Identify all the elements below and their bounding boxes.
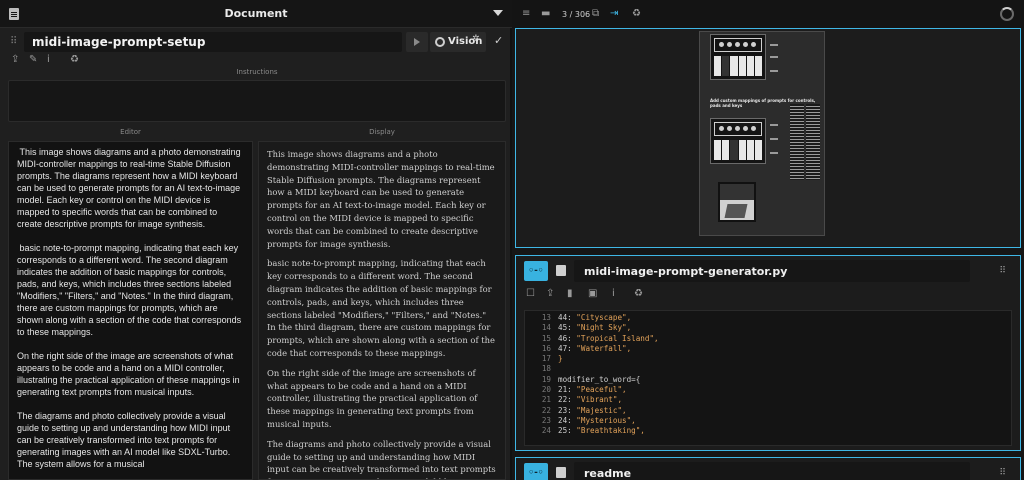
recycle-icon[interactable]: ♻ <box>632 8 641 19</box>
mapping-table <box>790 104 804 180</box>
vision-icon <box>435 37 445 47</box>
code-card-toolbar: ☐ ⇪ ▮ ▣ ⅰ ♻ <box>516 286 1020 306</box>
readme-filename[interactable]: readme <box>574 462 970 480</box>
display-paragraph: basic note-to-prompt mapping, indicating… <box>267 258 495 358</box>
fit-width-icon[interactable]: ⇥ <box>610 8 618 19</box>
code-line: 16 47: "Waterfall", <box>541 343 632 353</box>
node-name-bar: ⠿ midi-image-prompt-setup Vision ✲ ✓ <box>0 28 512 54</box>
code-editor[interactable]: 13 44: "Cityscape", 14 45: "Night Sky", 15… <box>524 310 1012 446</box>
settings-icon[interactable]: ✲ <box>472 34 480 44</box>
recycle-icon[interactable]: ♻ <box>634 288 643 299</box>
upload-icon[interactable]: ⇪ <box>546 288 554 299</box>
copy-icon[interactable]: ⧉ <box>592 8 599 19</box>
drag-handle-icon[interactable]: ⠿ <box>10 36 17 47</box>
code-line: 19 modifier_to_word={ <box>541 374 641 384</box>
canvas-panel: ≡ ▬ 3 / 306 ⧉ ⇥ ♻ Add custom mappings of… <box>512 0 1024 480</box>
document-icon <box>556 467 566 478</box>
display-paragraph: The diagrams and photo collectively prov… <box>267 438 496 479</box>
code-card-header: ◦-◦ midi-image-prompt-generator.py ⠿ <box>516 256 1020 286</box>
instructions-input[interactable] <box>8 80 506 122</box>
page-counter: 3 / 306 <box>562 10 591 19</box>
code-filename[interactable]: midi-image-prompt-generator.py <box>574 260 970 282</box>
canvas-toolbar: ≡ ▬ 3 / 306 ⧉ ⇥ ♻ <box>512 0 1024 28</box>
info-icon[interactable]: ⅰ <box>47 54 50 65</box>
code-line: 22 23: "Majestic", <box>541 405 627 415</box>
play-button[interactable] <box>406 32 428 52</box>
instructions-label: Instructions <box>236 68 278 76</box>
chevron-down-icon[interactable] <box>493 10 503 16</box>
connector-tag[interactable]: ◦-◦ <box>524 261 548 281</box>
grip-icon[interactable]: ⠿ <box>999 468 1006 478</box>
code-line: 20 21: "Peaceful", <box>541 385 627 395</box>
midi-keyboard-diagram <box>710 34 766 80</box>
code-card[interactable]: ◦-◦ midi-image-prompt-generator.py ⠿ ☐ ⇪… <box>515 255 1021 451</box>
code-line: 13 44: "Cityscape", <box>541 313 632 322</box>
document-panel: Document ⠿ midi-image-prompt-setup Visio… <box>0 0 512 480</box>
image-icon[interactable]: ▬ <box>541 8 550 19</box>
code-line: 14 45: "Night Sky", <box>541 323 632 333</box>
display-label: Display <box>369 128 395 136</box>
readme-card[interactable]: ◦-◦ readme ⠿ <box>515 457 1021 480</box>
code-line: 23 24: "Mysterious", <box>541 415 636 425</box>
midi-controller-photo <box>718 182 756 222</box>
grip-icon[interactable]: ⠿ <box>999 266 1006 276</box>
code-line: 15 46: "Tropical Island", <box>541 333 659 343</box>
menu-icon[interactable]: ≡ <box>522 8 530 19</box>
edit-icon[interactable]: ✎ <box>29 54 37 65</box>
display-paragraph: This image shows diagrams and a photo de… <box>267 149 495 249</box>
code-line: 17} <box>541 354 563 364</box>
recycle-icon[interactable]: ♻ <box>70 54 79 65</box>
code-line: 21 22: "Vibrant", <box>541 395 623 405</box>
info-icon[interactable]: ⅰ <box>612 288 615 299</box>
connector-tag[interactable]: ◦-◦ <box>524 463 548 480</box>
loading-spinner-icon <box>1000 7 1014 21</box>
code-file-icon <box>556 265 566 276</box>
code-line: 18 <box>541 364 551 374</box>
display-paragraph: On the right side of the image are scree… <box>267 367 478 429</box>
checkbox-icon[interactable]: ☐ <box>526 288 535 299</box>
midi-keyboard-diagram <box>710 118 766 164</box>
readme-card-header: ◦-◦ readme ⠿ <box>516 458 1020 480</box>
save-icon[interactable]: ▣ <box>588 288 597 299</box>
code-line: 24 25: "Breathtaking", <box>541 426 645 436</box>
document-title: Document <box>224 7 288 20</box>
check-icon[interactable]: ✓ <box>494 34 503 47</box>
display-panel: This image shows diagrams and a photo de… <box>258 141 506 480</box>
mapping-table <box>806 104 820 180</box>
document-header: Document <box>0 0 512 28</box>
delete-icon[interactable]: ▮ <box>567 288 573 299</box>
upload-icon[interactable]: ⇪ <box>11 54 19 65</box>
image-preview: Add custom mappings of prompts for contr… <box>699 31 825 236</box>
editor-label: Editor <box>120 128 141 136</box>
editor-textarea[interactable]: This image shows diagrams and a photo de… <box>8 141 253 480</box>
node-name-input[interactable]: midi-image-prompt-setup <box>24 32 402 52</box>
image-card[interactable]: Add custom mappings of prompts for contr… <box>515 28 1021 248</box>
